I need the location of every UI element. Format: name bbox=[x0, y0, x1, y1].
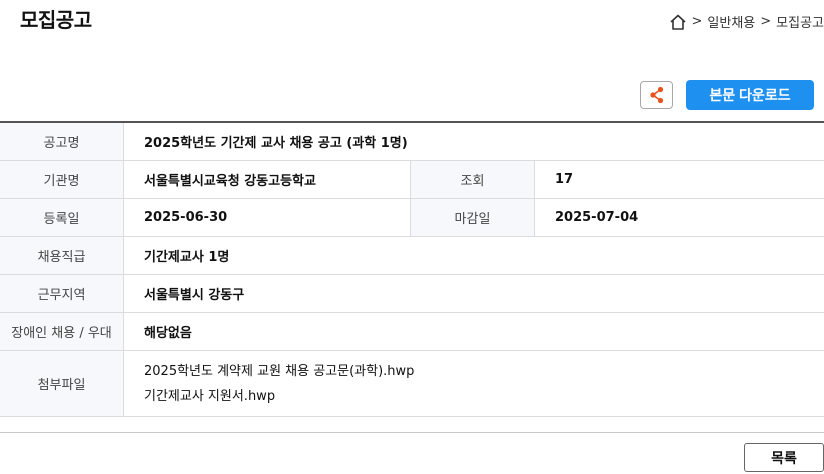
position-label: 채용직급 bbox=[0, 236, 124, 275]
notice-info-table: 공고명 2025학년도 기간제 교사 채용 공고 (과학 1명) 기관명 서울특… bbox=[0, 121, 824, 417]
title-value: 2025학년도 기간제 교사 채용 공고 (과학 1명) bbox=[123, 122, 824, 161]
attachments-label: 첨부파일 bbox=[0, 350, 124, 417]
table-row: 근무지역 서울특별시 강동구 bbox=[0, 274, 824, 313]
table-row: 채용직급 기간제교사 1명 bbox=[0, 236, 824, 275]
attachment-link[interactable]: 2025학년도 계약제 교원 채용 공고문(과학).hwp bbox=[144, 359, 824, 384]
home-icon[interactable] bbox=[669, 13, 687, 31]
page-title: 모집공고 bbox=[20, 8, 92, 32]
disabled-value: 해당없음 bbox=[123, 312, 824, 351]
location-label: 근무지역 bbox=[0, 274, 124, 313]
breadcrumb-item-recruit[interactable]: 일반채용 bbox=[707, 12, 755, 31]
table-row: 첨부파일 2025학년도 계약제 교원 채용 공고문(과학).hwp 기간제교사… bbox=[0, 350, 824, 417]
breadcrumb-separator: > bbox=[691, 14, 703, 29]
share-icon bbox=[649, 86, 663, 104]
divider bbox=[0, 432, 824, 433]
table-row: 공고명 2025학년도 기간제 교사 채용 공고 (과학 1명) bbox=[0, 122, 824, 161]
breadcrumb: > 일반채용 > 모집공고 bbox=[669, 12, 824, 31]
attachment-link[interactable]: 기간제교사 지원서.hwp bbox=[144, 384, 824, 409]
org-value: 서울특별시교육청 강동고등학교 bbox=[123, 160, 411, 199]
org-label: 기관명 bbox=[0, 160, 124, 199]
views-label: 조회 bbox=[410, 160, 535, 199]
download-button[interactable]: 본문 다운로드 bbox=[686, 80, 814, 110]
table-row: 장애인 채용 / 우대 해당없음 bbox=[0, 312, 824, 351]
breadcrumb-separator: > bbox=[760, 14, 772, 29]
deadline-value: 2025-07-04 bbox=[534, 198, 824, 237]
reg-date-label: 등록일 bbox=[0, 198, 124, 237]
table-row: 기관명 서울특별시교육청 강동고등학교 조회 17 bbox=[0, 160, 824, 199]
toolbar: 본문 다운로드 bbox=[640, 80, 814, 110]
views-value: 17 bbox=[534, 160, 824, 199]
table-row: 등록일 2025-06-30 마감일 2025-07-04 bbox=[0, 198, 824, 237]
disabled-label: 장애인 채용 / 우대 bbox=[0, 312, 124, 351]
attachments-value: 2025학년도 계약제 교원 채용 공고문(과학).hwp 기간제교사 지원서.… bbox=[123, 350, 824, 417]
share-button[interactable] bbox=[640, 81, 673, 109]
list-button[interactable]: 목록 bbox=[744, 443, 824, 472]
reg-date-value: 2025-06-30 bbox=[123, 198, 411, 237]
breadcrumb-item-notice[interactable]: 모집공고 bbox=[776, 12, 824, 31]
position-value: 기간제교사 1명 bbox=[123, 236, 824, 275]
title-label: 공고명 bbox=[0, 122, 124, 161]
deadline-label: 마감일 bbox=[410, 198, 535, 237]
location-value: 서울특별시 강동구 bbox=[123, 274, 824, 313]
